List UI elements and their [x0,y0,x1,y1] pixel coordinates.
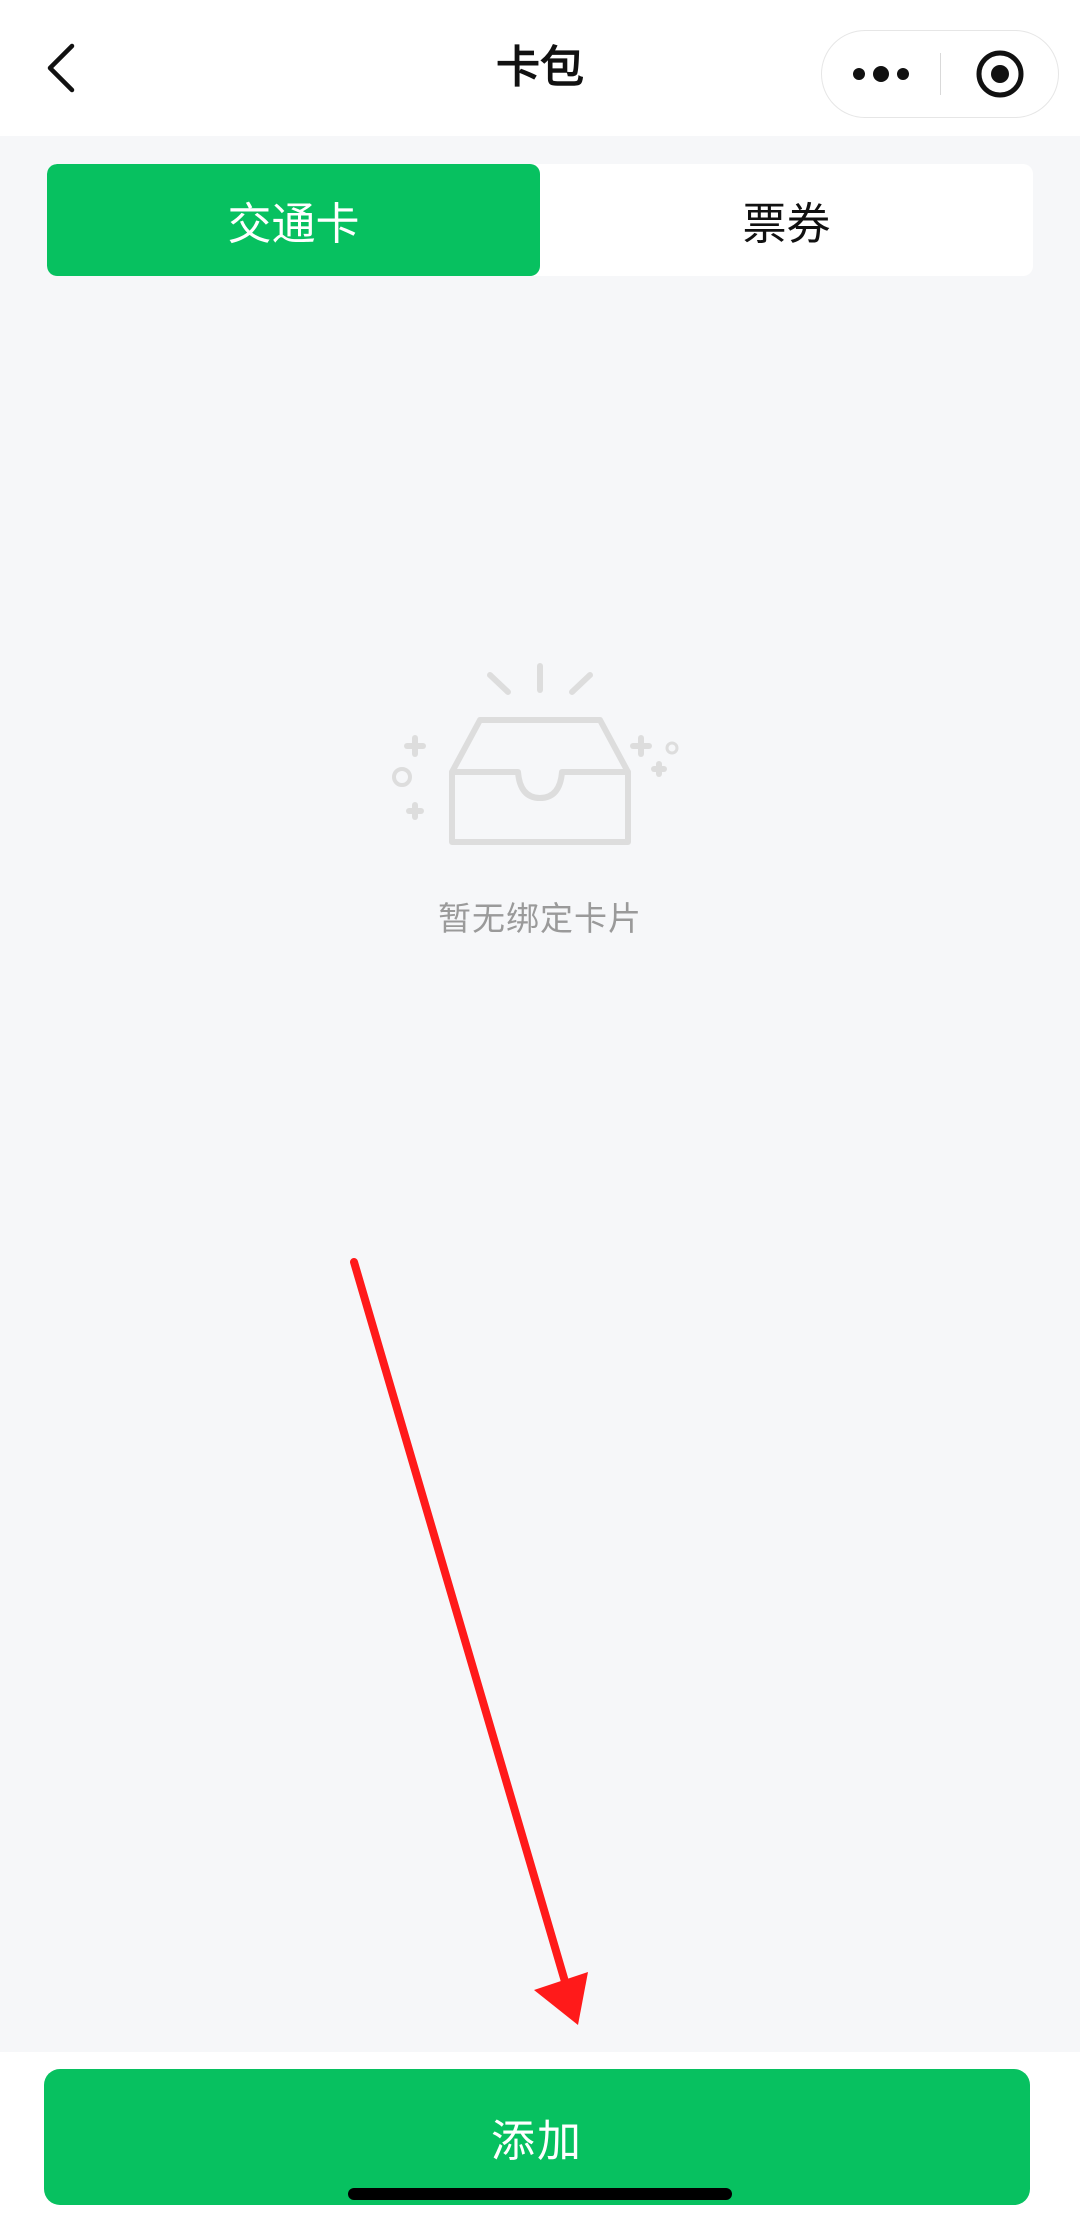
close-button[interactable] [941,31,1059,117]
add-card-button[interactable]: 添加 [44,2069,1030,2205]
card-type-tabs: 交通卡 票券 [47,164,1033,276]
empty-state: 暂无绑定卡片 [0,660,1080,940]
annotation-arrow [350,1258,588,2025]
empty-message: 暂无绑定卡片 [438,899,642,938]
navigation-bar: 卡包 [0,0,1080,136]
more-button[interactable] [822,31,940,117]
home-indicator [348,2188,732,2200]
tab-transit-card[interactable]: 交通卡 [47,164,540,276]
more-dots-icon [853,66,909,82]
mini-program-capsule [821,30,1059,118]
tab-tickets[interactable]: 票券 [540,164,1033,276]
close-target-icon [976,50,1024,98]
empty-box-icon [392,663,679,845]
